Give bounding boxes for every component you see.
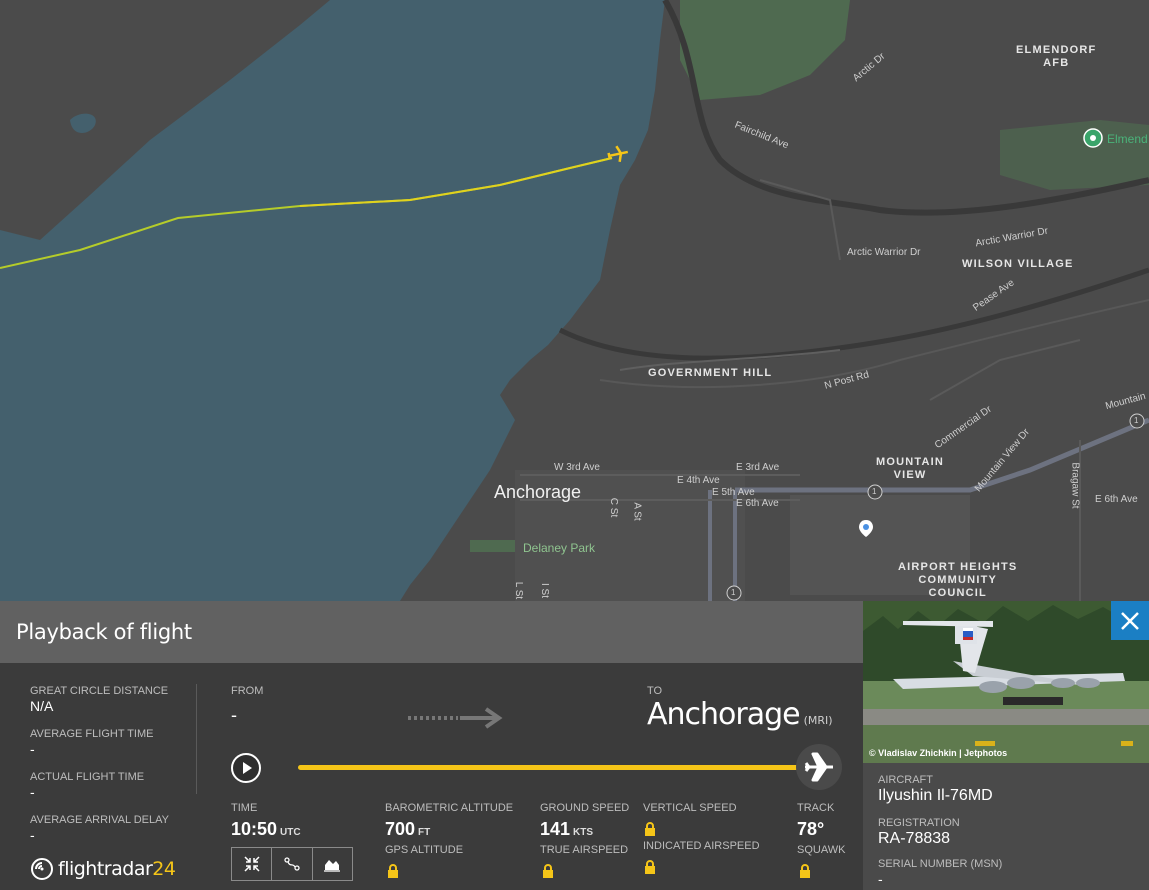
registration-label: REGISTRATION <box>878 817 960 829</box>
destination: Anchorage (MRI) <box>647 697 833 732</box>
map-label-e-6th-ave: E 6th Ave <box>736 498 779 509</box>
destination-code: (MRI) <box>803 714 833 727</box>
map-label-delaney-park: Delaney Park <box>523 541 596 555</box>
logo-suffix: 24 <box>152 858 176 880</box>
registration-value: RA-78838 <box>878 830 951 847</box>
to-label: TO <box>647 685 663 697</box>
map-label-arctic-warrior-dr-2: Arctic Warrior Dr <box>847 247 921 258</box>
route-shield-label-1b: 1 <box>731 588 736 597</box>
lock-icon <box>800 864 810 878</box>
map-label-w-3rd-ave: W 3rd Ave <box>554 462 600 473</box>
lock-icon <box>645 822 655 836</box>
ground-speed-label: GROUND SPEED <box>540 802 630 814</box>
map-label-mountain-view: MOUNTAIN VIEW <box>876 456 945 481</box>
time-label: TIME <box>231 802 258 814</box>
map-label-bragaw-st: Bragaw St <box>1069 462 1081 509</box>
map-view[interactable]: ELMENDORF AFB Elmend Arctic Warrior Dr A… <box>0 0 1149 601</box>
track-label: TRACK <box>797 802 835 814</box>
playback-scrubber-handle[interactable] <box>796 744 842 790</box>
lock-icon <box>388 864 398 878</box>
aircraft-info-panel: © Vladislav Zhichkin | Jetphotos AIRCRAF… <box>863 601 1149 890</box>
park-poi-icon <box>1083 128 1103 148</box>
map-label-government-hill: GOVERNMENT HILL <box>648 367 773 379</box>
close-button[interactable] <box>1111 601 1149 640</box>
ground-speed-unit: KTS <box>573 827 594 838</box>
show-route-button[interactable] <box>272 848 313 880</box>
great-circle-distance-value: N/A <box>30 698 54 714</box>
photo-credit: © Vladislav Zhichkin | Jetphotos <box>869 748 1008 758</box>
route-shield-label-1a: 1 <box>872 487 877 496</box>
radar-logo-icon <box>31 858 53 880</box>
park-area-east <box>1000 120 1149 190</box>
area-chart-icon <box>324 860 341 872</box>
barometric-altitude-row: 700 FT <box>385 819 430 840</box>
map-label-e-6th-ave-right: E 6th Ave <box>1095 494 1138 505</box>
close-icon <box>1121 611 1139 630</box>
gps-altitude-label: GPS ALTITUDE <box>385 844 464 856</box>
map-label-a-st: A St <box>631 502 643 521</box>
map-label-e-3rd-ave: E 3rd Ave <box>736 462 780 473</box>
map-label-elmendorf-poi: Elmend <box>1107 132 1148 146</box>
map-label-c-st: C St <box>608 497 620 518</box>
from-label: FROM <box>231 685 264 697</box>
actual-flight-time-value: - <box>30 784 35 800</box>
map-label-anchorage: Anchorage <box>494 482 582 502</box>
serial-number-label: SERIAL NUMBER (MSN) <box>878 858 1003 870</box>
panel-header: Playback of flight <box>0 601 863 663</box>
altitude-graph-button[interactable] <box>313 848 352 880</box>
ground-speed-value: 141 <box>540 819 571 839</box>
lock-icon <box>645 860 655 874</box>
serial-number-value: - <box>878 871 883 887</box>
play-icon <box>243 762 252 774</box>
destination-city: Anchorage <box>647 697 801 732</box>
playback-progress-bar[interactable] <box>298 765 803 770</box>
lock-icon <box>543 864 553 878</box>
playback-panel: Playback of flight GREAT CIRCLE DISTANCE… <box>0 601 863 890</box>
aircraft-photo[interactable]: © Vladislav Zhichkin | Jetphotos <box>863 601 1149 763</box>
barometric-altitude-unit: FT <box>418 827 431 838</box>
airplane-icon <box>804 752 833 782</box>
barometric-altitude-value: 700 <box>385 819 416 839</box>
time-value: 10:50 <box>231 819 278 839</box>
true-airspeed-label: TRUE AIRSPEED <box>540 844 629 856</box>
map-label-i-st: I St <box>539 582 551 599</box>
collapse-arrows-icon <box>244 856 260 872</box>
aircraft-photo-image <box>863 601 1149 763</box>
logo-text: flightradar <box>58 858 153 880</box>
map-label-e-5th-ave: E 5th Ave <box>712 487 755 498</box>
route-arrow-icon <box>408 707 503 729</box>
vertical-speed-label: VERTICAL SPEED <box>643 802 737 814</box>
map-label-wilson-village: WILSON VILLAGE <box>962 258 1074 270</box>
time-unit: UTC <box>280 827 301 838</box>
indicated-airspeed-label: INDICATED AIRSPEED <box>643 840 760 852</box>
from-value: - <box>231 705 237 725</box>
track-value: 78° <box>797 819 825 839</box>
panel-divider <box>196 684 197 794</box>
play-button[interactable] <box>231 753 261 783</box>
average-arrival-delay-label: AVERAGE ARRIVAL DELAY <box>30 814 169 826</box>
route-path-icon <box>284 857 300 871</box>
flightradar24-logo: flightradar24 <box>30 857 176 881</box>
aircraft-value: Ilyushin Il-76MD <box>878 787 993 804</box>
aircraft-label: AIRCRAFT <box>878 774 933 786</box>
map-label-l-st: L St <box>513 581 525 600</box>
barometric-altitude-label: BAROMETRIC ALTITUDE <box>385 802 514 814</box>
map-label-e-4th-ave: E 4th Ave <box>677 475 720 486</box>
time-value-row: 10:50 UTC <box>231 819 301 840</box>
squawk-label: SQUAWK <box>797 844 846 856</box>
map-label-airport-heights: AIRPORT HEIGHTS COMMUNITY COUNCIL <box>898 561 1018 599</box>
map-label-elmendorf-afb: ELMENDORF AFB <box>1016 44 1097 69</box>
ground-speed-row: 141 KTS <box>540 819 593 840</box>
route-shield-label-1c: 1 <box>1134 416 1139 425</box>
zoom-to-flight-button[interactable] <box>232 848 273 880</box>
average-arrival-delay-value: - <box>30 827 35 843</box>
average-flight-time-value: - <box>30 741 35 757</box>
actual-flight-time-label: ACTUAL FLIGHT TIME <box>30 771 145 783</box>
great-circle-distance-label: GREAT CIRCLE DISTANCE <box>30 685 169 697</box>
average-flight-time-label: AVERAGE FLIGHT TIME <box>30 728 154 740</box>
panel-title: Playback of flight <box>16 620 192 644</box>
view-tools <box>231 847 353 881</box>
